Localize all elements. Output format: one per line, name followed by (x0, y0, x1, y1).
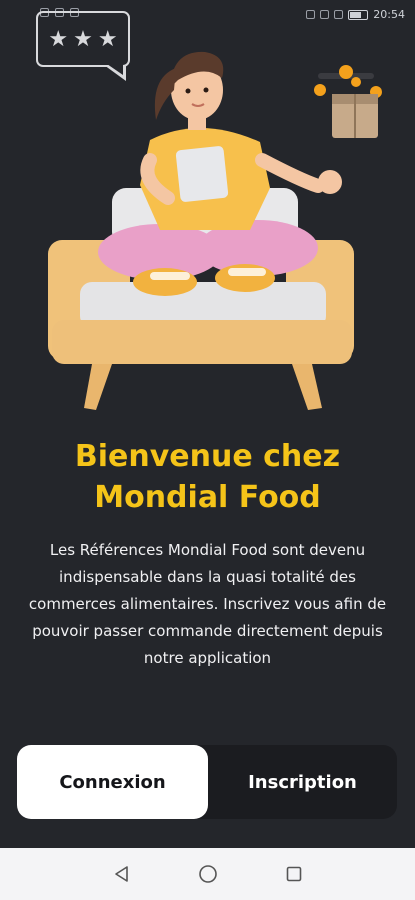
welcome-title-line: Mondial Food (94, 480, 321, 515)
battery-icon (348, 9, 369, 20)
login-button[interactable]: Connexion (17, 745, 208, 819)
eye-icon (306, 10, 316, 19)
back-icon[interactable] (111, 863, 133, 885)
woman-figure (98, 51, 342, 296)
signup-button[interactable]: Inscription (208, 745, 397, 819)
auth-switch: Connexion Inscription (17, 745, 397, 819)
home-icon[interactable] (197, 863, 219, 885)
welcome-title-line: Bienvenue chez (74, 439, 341, 474)
welcome-description: Les Références Mondial Food sont devenu … (28, 541, 387, 667)
welcome-title: Bienvenue chez Mondial Food (20, 436, 395, 518)
delivery-drone-icon (314, 65, 382, 138)
welcome-illustration (48, 51, 382, 410)
system-nav-bar (0, 848, 415, 900)
recents-icon[interactable] (283, 863, 305, 885)
nfc-icon (320, 10, 330, 19)
signal-icon (334, 10, 344, 19)
